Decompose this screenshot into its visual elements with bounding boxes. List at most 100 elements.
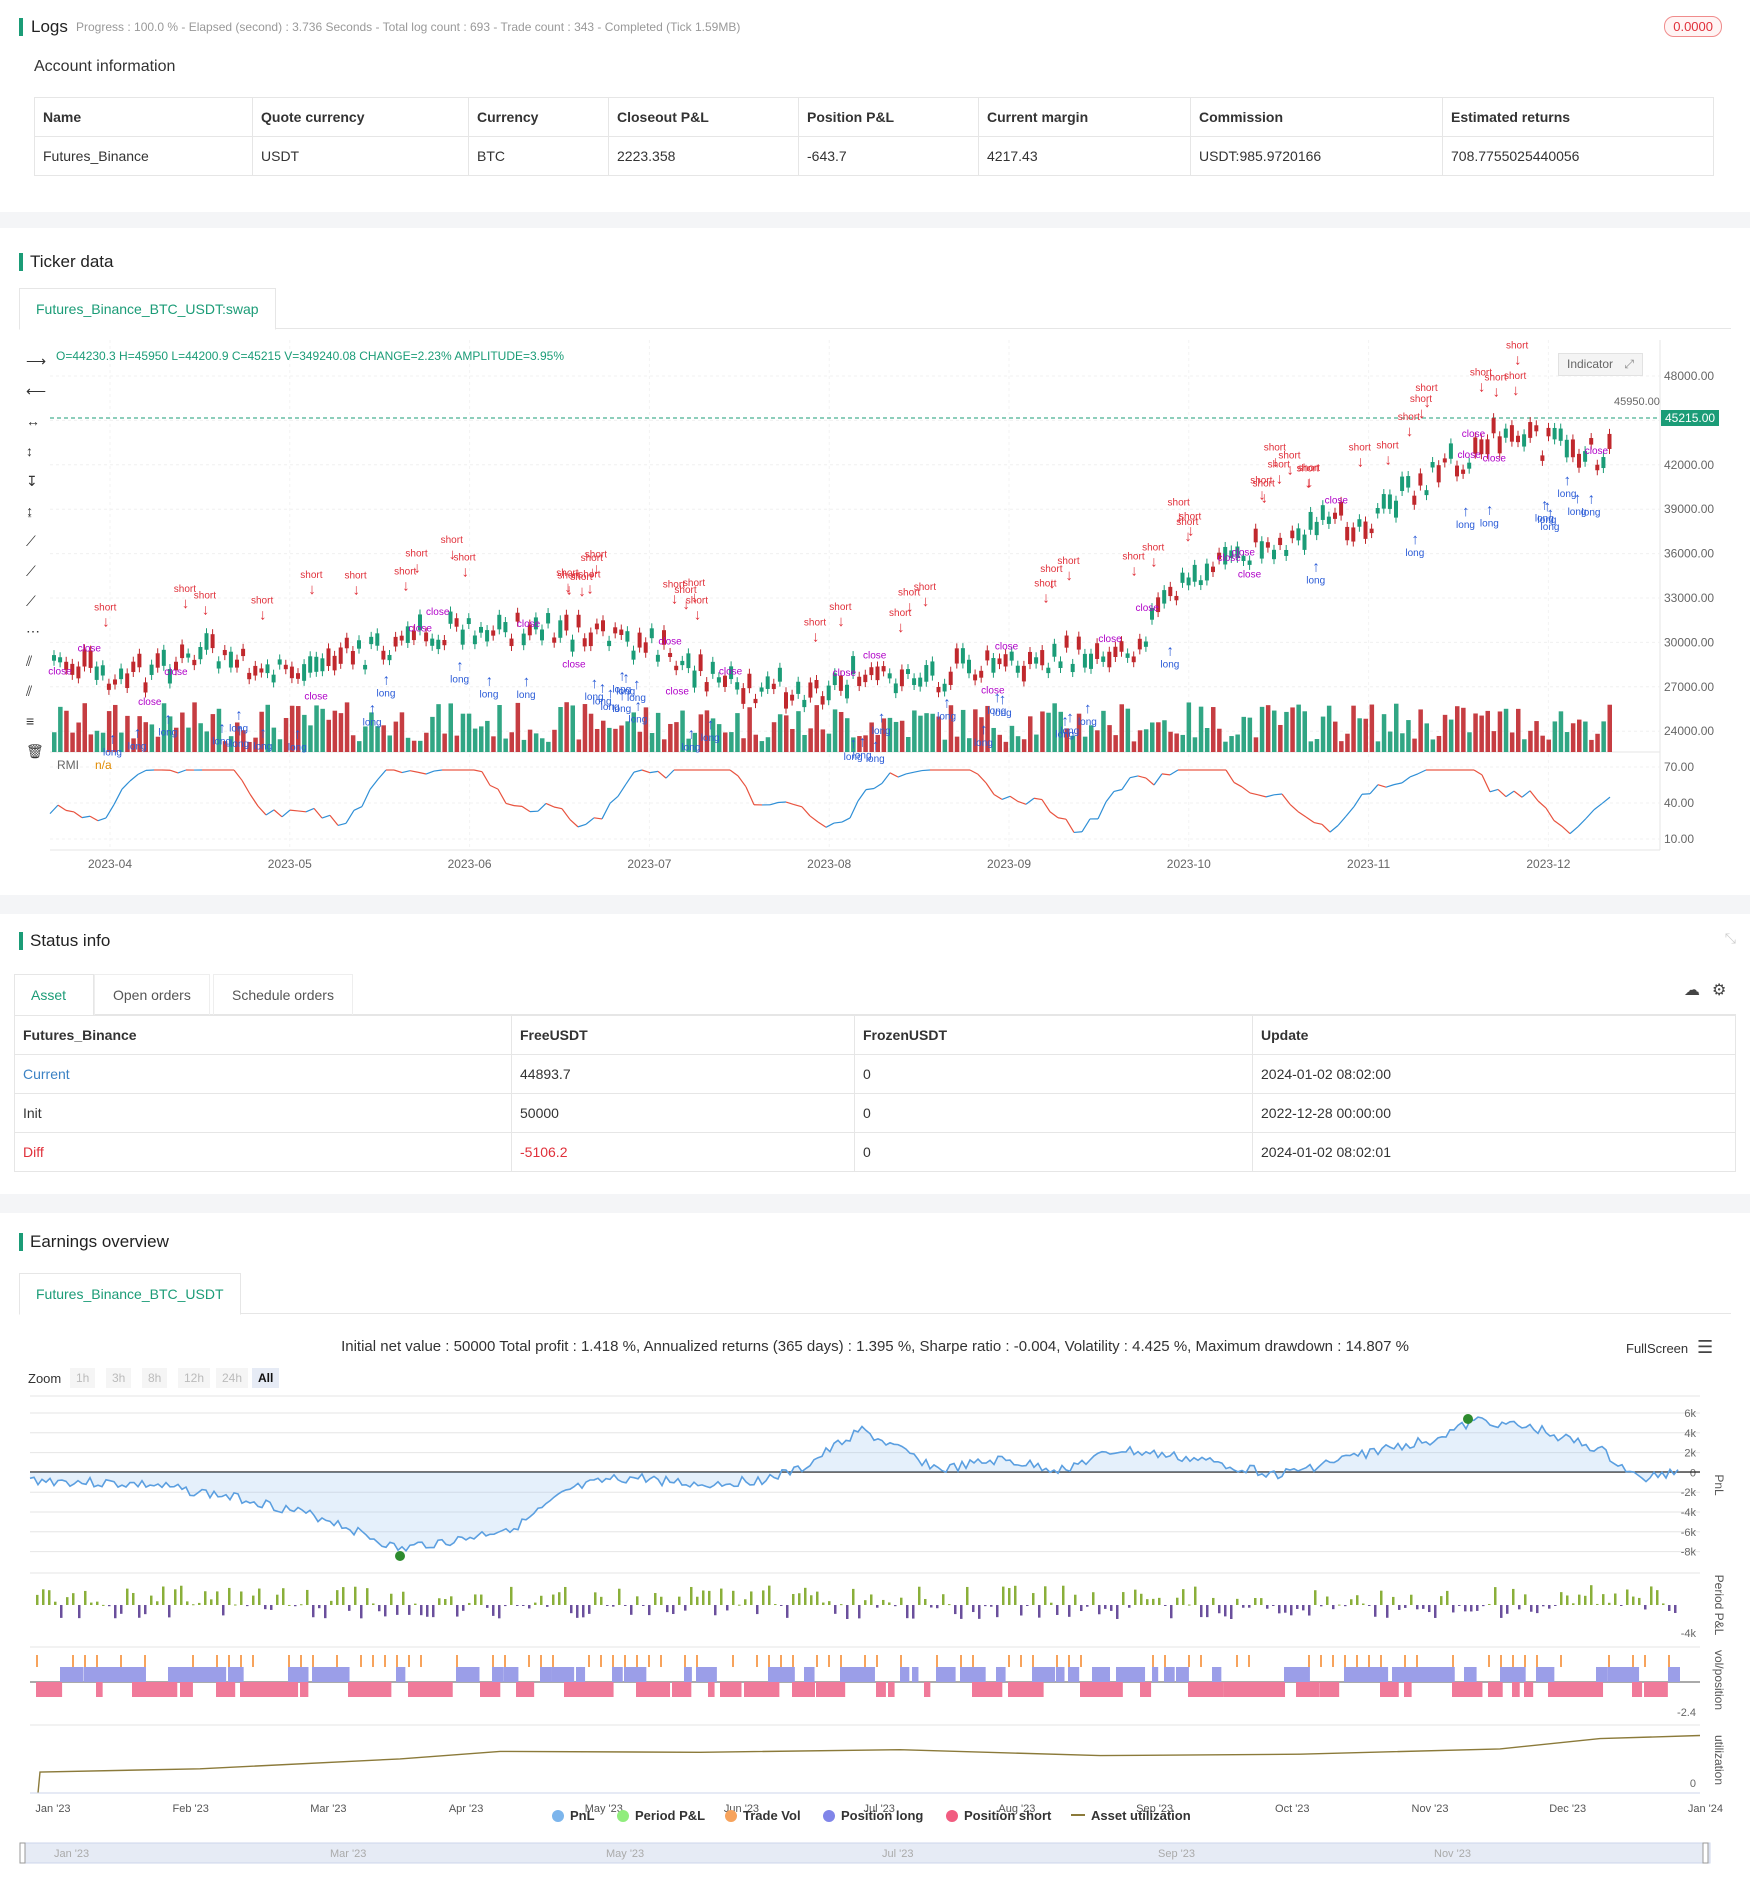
- volume-bar: [540, 738, 545, 752]
- rmi-line: [321, 814, 331, 819]
- candle-body: [1113, 646, 1118, 657]
- candle-body: [1278, 537, 1283, 546]
- long-signal-label: long: [253, 742, 272, 753]
- long-signal-label: long: [612, 704, 631, 715]
- vertical-range-icon[interactable]: ↨: [26, 503, 33, 519]
- candle-body: [991, 658, 996, 673]
- zoom-3h[interactable]: 3h: [106, 1368, 132, 1388]
- legend-item[interactable]: PnL: [552, 1808, 595, 1823]
- short-arrow-icon: ↓: [1184, 528, 1192, 545]
- long-arrow-icon: ↑: [456, 657, 464, 674]
- zoom-12h[interactable]: 12h: [178, 1368, 211, 1388]
- rmi-line: [625, 771, 635, 785]
- legend-item[interactable]: Period P&L: [617, 1808, 705, 1823]
- measure-icon[interactable]: ⋯: [26, 623, 40, 639]
- indicator-button[interactable]: Indicator ⤢: [1558, 353, 1643, 376]
- rmi-line: [1561, 825, 1571, 835]
- volume-bar: [76, 722, 81, 752]
- zoom-24h[interactable]: 24h: [216, 1368, 249, 1388]
- horizontal-line-icon[interactable]: ⟵: [26, 383, 46, 399]
- tab-open-orders[interactable]: Open orders: [94, 974, 210, 1015]
- legend-marker-icon: [725, 1810, 737, 1822]
- close-signal-label: close: [138, 697, 162, 708]
- candle-body: [253, 665, 258, 676]
- expand-icon[interactable]: ⤢: [1624, 357, 1634, 371]
- parallel-channel-icon[interactable]: ⫽: [25, 653, 33, 669]
- legend-item[interactable]: Asset utilization: [1071, 1808, 1191, 1823]
- candle-body: [881, 666, 886, 672]
- rmi-line: [1161, 773, 1171, 776]
- volume-bar: [1583, 721, 1588, 752]
- volume-bar: [1473, 713, 1478, 752]
- candle-body: [381, 650, 386, 660]
- earnings-panel: Earnings overview Futures_Binance_BTC_US…: [0, 1213, 1750, 1891]
- volume-bar: [1198, 706, 1204, 752]
- rmi-line: [1041, 799, 1051, 813]
- ray-line-icon[interactable]: ⟋: [26, 563, 36, 579]
- legend-marker-icon: [617, 1810, 629, 1822]
- legend-item[interactable]: Trade Vol: [725, 1808, 801, 1823]
- gear-icon[interactable]: ⚙: [1712, 980, 1726, 1000]
- tab-asset[interactable]: Asset: [14, 974, 94, 1016]
- short-arrow-icon: ↓: [1514, 351, 1522, 368]
- layers-icon[interactable]: ≡: [26, 713, 34, 729]
- trend-line-icon[interactable]: ⟋: [26, 533, 36, 549]
- rmi-line: [1409, 773, 1419, 778]
- vertical-line-icon[interactable]: ↕: [26, 443, 33, 459]
- short-signal-label: short: [394, 567, 416, 578]
- candlestick-chart[interactable]: 48000.0045000.0042000.0039000.0036000.00…: [0, 0, 1750, 900]
- extended-ray-icon[interactable]: ⟋: [26, 593, 36, 609]
- zoom-all[interactable]: All: [252, 1368, 280, 1388]
- candle-body: [747, 673, 752, 689]
- legend-item[interactable]: Position long: [823, 1808, 923, 1823]
- candle-body: [204, 633, 209, 650]
- candle-body: [1076, 636, 1081, 650]
- volume-bar: [82, 703, 87, 752]
- tab-schedule-orders[interactable]: Schedule orders: [213, 974, 353, 1015]
- volume-bar: [1503, 708, 1509, 752]
- candle-body: [1503, 428, 1508, 438]
- candle-body: [1522, 434, 1527, 447]
- horizontal-ray-icon[interactable]: ⟶: [26, 353, 46, 369]
- volume-bar: [1314, 739, 1320, 752]
- short-arrow-icon: ↓: [308, 581, 316, 598]
- extended-line-icon[interactable]: ↔: [26, 413, 40, 429]
- collapse-icon[interactable]: ⤡: [1725, 930, 1736, 947]
- rmi-line: [97, 817, 107, 822]
- legend-item[interactable]: Position short: [946, 1808, 1051, 1823]
- candle-body: [1448, 443, 1453, 459]
- vertical-arrow-icon[interactable]: ↧: [26, 473, 38, 489]
- volume-bar: [1485, 710, 1490, 752]
- zoom-1h[interactable]: 1h: [70, 1368, 96, 1388]
- volume-bar: [1040, 711, 1045, 752]
- menu-icon[interactable]: ☰: [1697, 1337, 1713, 1358]
- rmi-line: [329, 814, 339, 826]
- short-arrow-icon: ↓: [682, 596, 690, 613]
- long-arrow-icon: ↑: [134, 725, 142, 742]
- zoom-8h[interactable]: 8h: [142, 1368, 168, 1388]
- short-signal-label: short: [1376, 441, 1398, 452]
- volume-bar: [430, 716, 435, 752]
- tab-earnings-symbol[interactable]: Futures_Binance_BTC_USDT: [19, 1273, 241, 1315]
- close-signal-label: close: [995, 642, 1019, 653]
- close-signal-label: close: [304, 691, 328, 702]
- volume-bar: [271, 727, 277, 752]
- volume-bar: [893, 721, 899, 752]
- candle-body: [1198, 580, 1203, 586]
- rmi-line: [337, 822, 347, 826]
- candle-body: [192, 659, 197, 666]
- rmi-tick-label: 70.00: [1664, 760, 1694, 774]
- fullscreen-button[interactable]: FullScreen: [1626, 1341, 1688, 1356]
- long-arrow-icon: ↑: [618, 687, 626, 704]
- candle-body: [1491, 418, 1496, 434]
- long-signal-label: long: [450, 674, 469, 685]
- rmi-line: [1417, 769, 1427, 775]
- pitchfork-icon[interactable]: ⫽: [25, 683, 33, 699]
- cloud-upload-icon[interactable]: ☁: [1684, 980, 1700, 1000]
- candle-body: [1058, 661, 1063, 668]
- volume-bar: [899, 720, 905, 752]
- trash-icon[interactable]: 🗑: [26, 743, 44, 759]
- candle-body: [1003, 654, 1008, 667]
- volume-bar: [1137, 730, 1143, 752]
- candle-body: [796, 681, 801, 694]
